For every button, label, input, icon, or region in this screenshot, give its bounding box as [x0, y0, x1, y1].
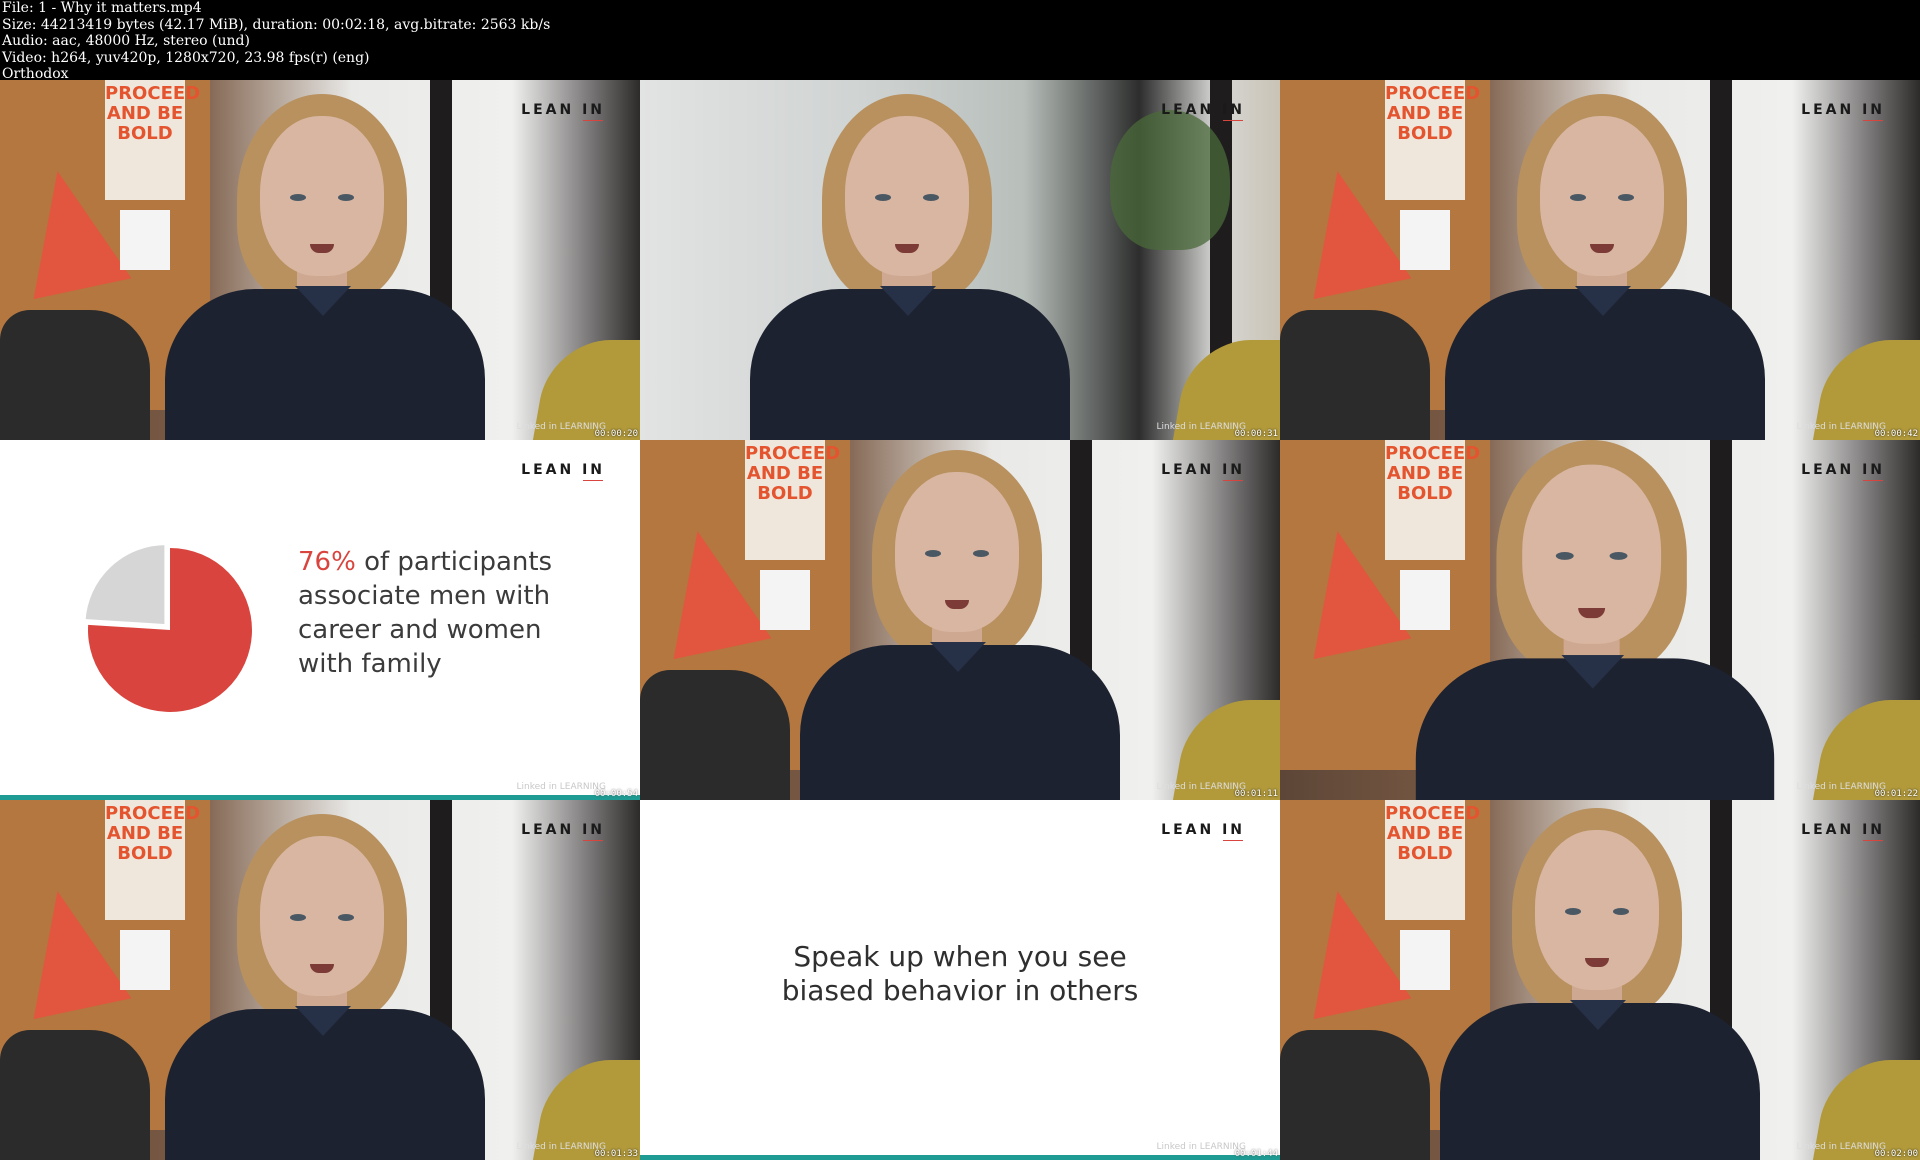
timestamp: 00:01:11 — [1234, 789, 1278, 799]
plant — [1110, 110, 1230, 250]
speaker — [1440, 808, 1760, 1160]
linkedin-learning-logo: Linked in LEARNING — [1796, 782, 1887, 792]
audio-info-line: Audio: aac, 48000 Hz, stereo (und) — [2, 33, 250, 49]
linkedin-learning-logo: Linked in LEARNING — [1156, 1142, 1247, 1152]
pie-slice-gray — [82, 542, 168, 628]
speaker — [1415, 440, 1775, 800]
chair-dark — [1280, 1030, 1430, 1160]
quote-line-2: biased behavior in others — [781, 974, 1139, 1007]
stat-text: 76% of participants associate men with c… — [298, 545, 598, 681]
timestamp: 00:01:22 — [1874, 789, 1918, 799]
pie-chart — [82, 542, 252, 712]
frame-9[interactable]: PROCEED AND BE BOLD LEAN IN Linked in LE… — [1280, 800, 1920, 1160]
lean-in-logo: LEAN IN — [1801, 462, 1885, 481]
frame-7[interactable]: PROCEED AND BE BOLD LEAN IN Linked in LE… — [0, 800, 640, 1160]
linkedin-learning-logo: Linked in LEARNING — [1156, 422, 1247, 432]
lean-in-logo: LEAN IN — [1801, 822, 1885, 841]
frame-1[interactable]: PROCEED AND BE BOLD LEAN IN Linked in LE… — [0, 80, 640, 440]
timestamp: 00:01:44 — [1234, 1149, 1278, 1159]
timestamp: 00:00:54 — [594, 789, 638, 799]
quote-line-1: Speak up when you see — [793, 940, 1127, 973]
timestamp: 00:00:31 — [1234, 429, 1278, 439]
frame-6[interactable]: PROCEED AND BE BOLD LEAN IN Linked in LE… — [1280, 440, 1920, 800]
chair-dark — [0, 1030, 150, 1160]
stat-percent: 76% — [298, 547, 356, 577]
linkedin-learning-logo: Linked in LEARNING — [516, 782, 607, 792]
timestamp: 00:02:00 — [1874, 1149, 1918, 1159]
speaker — [165, 94, 485, 440]
linkedin-learning-logo: Linked in LEARNING — [1796, 422, 1887, 432]
lean-in-logo: LEAN IN — [521, 462, 605, 481]
lean-in-logo: LEAN IN — [1801, 102, 1885, 121]
frame-4-stat-slide[interactable]: LEAN IN 76% of participants associate me… — [0, 440, 640, 800]
speaker — [800, 450, 1120, 800]
lean-in-logo: LEAN IN — [1161, 102, 1245, 121]
chair-dark — [1280, 310, 1430, 440]
linkedin-learning-logo: Linked in LEARNING — [516, 1142, 607, 1152]
file-info-header: File: 1 - Why it matters.mp4 Size: 44213… — [0, 0, 1920, 82]
lean-in-logo: LEAN IN — [521, 822, 605, 841]
timestamp: 00:01:33 — [594, 1149, 638, 1159]
size-info-line: Size: 44213419 bytes (42.17 MiB), durati… — [2, 16, 551, 33]
linkedin-learning-logo: Linked in LEARNING — [1796, 1142, 1887, 1152]
video-info-line: Video: h264, yuv420p, 1280x720, 23.98 fp… — [2, 49, 370, 66]
paper — [120, 210, 170, 270]
frame-5[interactable]: PROCEED AND BE BOLD LEAN IN Linked in LE… — [640, 440, 1280, 800]
timestamp: 00:00:42 — [1874, 429, 1918, 439]
lean-in-logo: LEAN IN — [1161, 822, 1245, 841]
frame-8-quote-slide[interactable]: LEAN IN Speak up when you see biased beh… — [640, 800, 1280, 1160]
frame-3[interactable]: PROCEED AND BE BOLD LEAN IN Linked in LE… — [1280, 80, 1920, 440]
thumbnail-grid: PROCEED AND BE BOLD LEAN IN Linked in LE… — [0, 80, 1920, 1160]
frame-2[interactable]: LEAN IN Linked in LEARNING 00:00:31 — [640, 80, 1280, 440]
quote-text: Speak up when you see biased behavior in… — [640, 940, 1280, 1008]
speaker — [750, 94, 1070, 440]
paper — [1400, 210, 1450, 270]
speaker — [1445, 94, 1765, 440]
chair-dark — [640, 670, 790, 800]
teal-bar — [640, 1155, 1280, 1160]
chair-dark — [0, 310, 150, 440]
paper — [120, 930, 170, 990]
linkedin-learning-logo: Linked in LEARNING — [516, 422, 607, 432]
lean-in-logo: LEAN IN — [1161, 462, 1245, 481]
lean-in-logo: LEAN IN — [521, 102, 605, 121]
speaker — [165, 814, 485, 1160]
file-info-line: File: 1 - Why it matters.mp4 — [2, 0, 202, 16]
timestamp: 00:00:20 — [594, 429, 638, 439]
linkedin-learning-logo: Linked in LEARNING — [1156, 782, 1247, 792]
